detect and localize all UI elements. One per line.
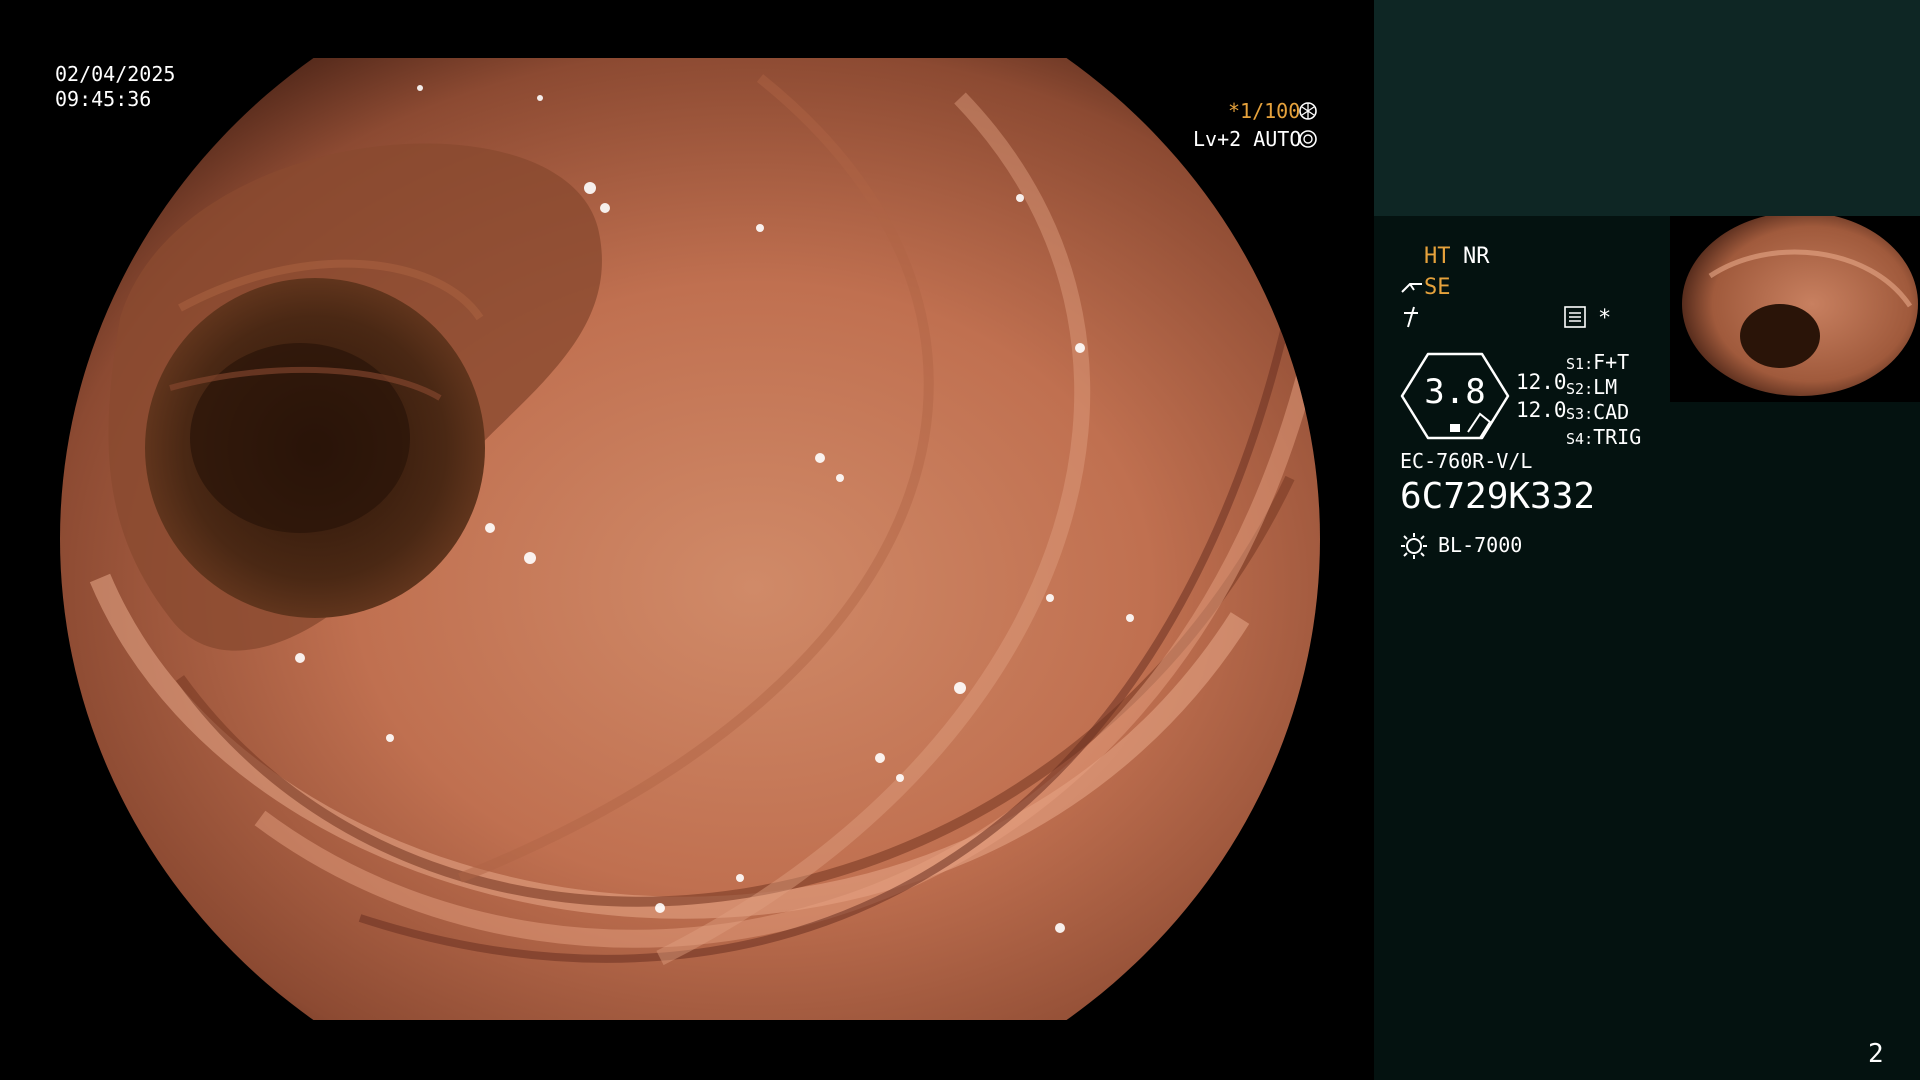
exposure-level: Lv+2 AUTO [1193,127,1302,151]
settings-list-icon [1564,306,1586,328]
zoom-value: 3.8 [1424,372,1486,412]
light-source-icon [1400,532,1428,560]
range-top: 12.0 [1516,370,1567,394]
switch-row: S1:F+T [1566,350,1630,374]
se-indicator: SE [1424,275,1451,300]
nr-indicator: NR [1463,244,1490,269]
ht-indicator: HT [1424,244,1451,269]
light-source-model: BL-7000 [1438,533,1523,557]
page-number: 2 [1868,1039,1884,1069]
switch-row: S2:LM [1566,375,1618,399]
range-bottom: 12.0 [1516,398,1567,422]
iris-icon [1298,129,1318,149]
scope-tip-icon [1400,276,1424,300]
exam-date: 02/04/2025 [55,62,176,86]
exam-time: 09:45:36 [55,87,152,111]
asterisk-indicator: * [1598,306,1612,331]
scope-model: EC-760R-V/L [1400,449,1533,473]
aperture-icon [1298,101,1318,121]
shutter-speed: *1/100 [1228,99,1301,123]
scope-serial: 6C729K332 [1400,476,1596,517]
switch-row: S3:CAD [1566,400,1630,424]
side-panel-header [1374,0,1920,216]
lightning-icon [1400,305,1422,329]
switch-list: S1:F+T S2:LM S3:CAD S4:TRIG [1566,350,1641,450]
endoscope-image [60,58,1320,1020]
capture-thumbnail[interactable] [1670,216,1920,402]
switch-row: S4:TRIG [1566,425,1642,449]
